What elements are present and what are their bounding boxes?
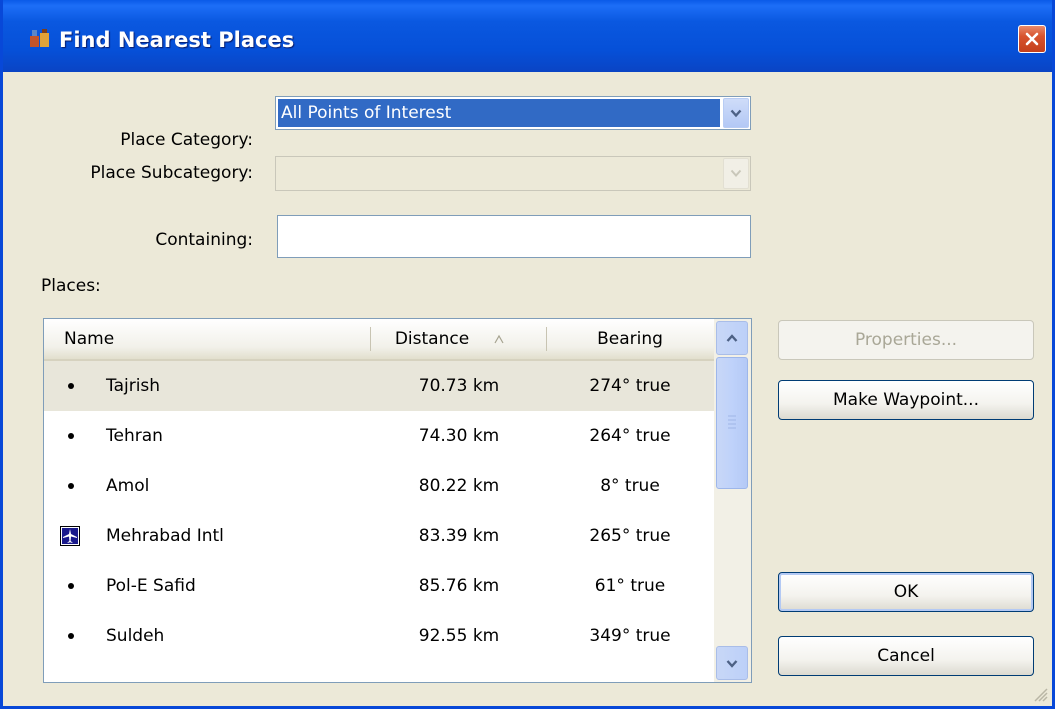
place-name: Mehrabad Intl [106, 526, 224, 546]
table-row[interactable]: Mehrabad Intl 83.39 km 265° true [44, 511, 714, 561]
column-header-distance[interactable]: Distance [370, 319, 530, 359]
chevron-up-icon [726, 333, 738, 342]
place-bearing: 264° true [589, 426, 671, 446]
table-row[interactable]: Pol-E Safid 85.76 km 61° true [44, 561, 714, 611]
place-distance: 70.73 km [418, 376, 500, 396]
resize-grip-icon[interactable] [1030, 684, 1048, 702]
place-distance: 85.76 km [418, 576, 500, 596]
category-dropdown-arrow[interactable] [723, 98, 749, 128]
place-distance: 83.39 km [418, 526, 500, 546]
category-dropdown[interactable]: All Points of Interest [275, 96, 751, 130]
place-distance: 80.22 km [418, 476, 500, 496]
scroll-up-button[interactable] [716, 321, 748, 355]
scroll-thumb[interactable] [716, 357, 748, 489]
find-places-icon [30, 29, 49, 47]
find-nearest-places-dialog: Find Nearest Places Place Category: All … [0, 0, 1055, 709]
chevron-down-icon [730, 169, 742, 177]
chevron-down-icon [730, 109, 742, 117]
chevron-down-icon [726, 659, 738, 668]
category-label: Place Category: [120, 130, 253, 150]
airport-icon [60, 511, 82, 561]
table-row[interactable]: Suldeh 92.55 km 349° true [44, 611, 714, 661]
places-list[interactable]: Name Distance Bearing Tajrish 70.73 km 2… [43, 318, 752, 683]
list-header: Name Distance Bearing [44, 319, 714, 361]
properties-button[interactable]: Properties... [778, 320, 1034, 360]
place-bearing: 349° true [589, 626, 671, 646]
close-button[interactable] [1018, 25, 1046, 53]
place-bearing: 265° true [589, 526, 671, 546]
column-header-name[interactable]: Name [64, 319, 364, 359]
bullet-icon [68, 361, 88, 411]
table-row[interactable]: Amol 80.22 km 8° true [44, 461, 714, 511]
containing-input[interactable] [277, 215, 751, 258]
place-bearing: 274° true [589, 376, 671, 396]
column-header-distance-label: Distance [394, 329, 470, 349]
sort-ascending-icon [494, 334, 504, 344]
place-bearing: 61° true [594, 576, 666, 596]
place-name: Tehran [106, 426, 163, 446]
bullet-icon [68, 411, 88, 461]
scroll-down-button[interactable] [716, 646, 748, 680]
table-row[interactable]: Tehran 74.30 km 264° true [44, 411, 714, 461]
cancel-button[interactable]: Cancel [778, 636, 1034, 676]
vertical-scrollbar[interactable] [714, 319, 751, 682]
subcategory-label: Place Subcategory: [90, 163, 253, 183]
place-name: Pol-E Safid [106, 576, 196, 596]
subcategory-dropdown-arrow[interactable] [723, 158, 749, 189]
place-name: Tajrish [106, 376, 161, 396]
place-name: Amol [106, 476, 150, 496]
bullet-icon [68, 561, 88, 611]
subcategory-dropdown[interactable] [275, 156, 751, 191]
place-name: Suldeh [106, 626, 165, 646]
column-header-bearing[interactable]: Bearing [546, 319, 714, 359]
places-label: Places: [41, 276, 101, 296]
containing-label: Containing: [155, 230, 253, 250]
dialog-title: Find Nearest Places [59, 28, 295, 52]
bullet-icon [68, 611, 88, 661]
category-value: All Points of Interest [278, 99, 720, 127]
place-bearing: 8° true [600, 476, 660, 496]
table-row[interactable]: Tajrish 70.73 km 274° true [44, 361, 714, 411]
place-distance: 74.30 km [418, 426, 500, 446]
bullet-icon [68, 461, 88, 511]
grip-icon [728, 415, 736, 429]
title-bar[interactable]: Find Nearest Places [3, 0, 1052, 72]
ok-button[interactable]: OK [778, 572, 1034, 612]
place-distance: 92.55 km [418, 626, 500, 646]
make-waypoint-button[interactable]: Make Waypoint... [778, 380, 1034, 420]
close-icon [1025, 32, 1039, 46]
